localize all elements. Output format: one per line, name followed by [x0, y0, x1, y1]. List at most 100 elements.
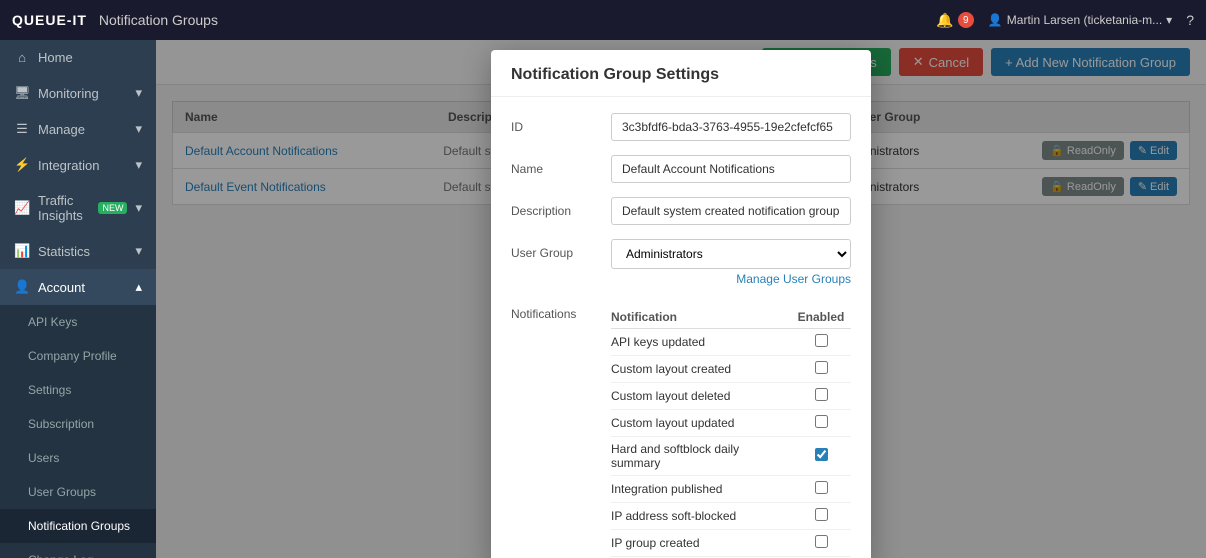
notif-label: IP group created	[611, 530, 791, 557]
notif-checkbox[interactable]	[815, 388, 828, 401]
name-field[interactable]	[611, 155, 851, 183]
sidebar-item-account[interactable]: 👤 Account ▴	[0, 269, 156, 305]
nav-right: 🔔 9 👤 Martin Larsen (ticketania-m... ▾ ?	[936, 12, 1194, 29]
notif-enabled-cell	[791, 437, 851, 476]
notif-label: Integration published	[611, 476, 791, 503]
sidebar-item-home[interactable]: ⌂ Home	[0, 40, 156, 75]
chevron-down-icon: ▾	[1166, 13, 1172, 27]
sidebar-item-label: Manage	[38, 122, 85, 137]
sidebar-item-integration[interactable]: ⚡Integration ▾	[0, 147, 156, 183]
description-label: Description	[511, 197, 611, 218]
modal-overlay: Notification Group Settings ID Name	[156, 40, 1206, 558]
form-row-usergroup: User Group Administrators Editors Viewer…	[511, 239, 851, 286]
sidebar-item-label: Monitoring	[38, 86, 99, 101]
user-name: Martin Larsen (ticketania-m...	[1007, 13, 1162, 27]
notif-enabled-cell	[791, 410, 851, 437]
notif-label: Custom layout updated	[611, 410, 791, 437]
sidebar-item-api-keys[interactable]: API Keys	[0, 305, 156, 339]
description-content	[611, 197, 851, 225]
notif-checkbox[interactable]	[815, 481, 828, 494]
notif-enabled-cell	[791, 329, 851, 356]
sub-label: Notification Groups	[28, 519, 130, 533]
notif-label: API keys updated	[611, 329, 791, 356]
sidebar-item-label: Traffic Insights	[38, 193, 90, 223]
form-row-name: Name	[511, 155, 851, 183]
notif-checkbox[interactable]	[815, 508, 828, 521]
app-body: ⌂ Home 🖥 Monitoring ▾ ☰ Manage ▾ ⚡Integrat…	[0, 40, 1206, 558]
user-icon: 👤	[988, 13, 1003, 27]
statistics-icon: 📊	[14, 243, 30, 259]
sidebar-item-users[interactable]: Users	[0, 441, 156, 475]
sub-label: User Groups	[28, 485, 96, 499]
notifications-table: Notification Enabled API keys updatedCus…	[611, 306, 851, 558]
monitor-icon: 🖥	[14, 85, 30, 101]
chevron-icon: ▾	[135, 200, 142, 216]
account-icon: 👤	[14, 279, 30, 295]
notif-table-row: Hard and softblock daily summary	[611, 437, 851, 476]
notif-table-row: Custom layout created	[611, 356, 851, 383]
sidebar-item-user-groups[interactable]: User Groups	[0, 475, 156, 509]
sidebar-item-company-profile[interactable]: Company Profile	[0, 339, 156, 373]
logo-text: QUEUE-IT	[12, 12, 87, 28]
sidebar-item-label: Account	[38, 280, 85, 295]
home-icon: ⌂	[14, 50, 30, 65]
notif-table-row: API keys updated	[611, 329, 851, 356]
main-content: ✓ Save Changes ✕ Cancel + Add New Notifi…	[156, 40, 1206, 558]
notif-table-row: Custom layout updated	[611, 410, 851, 437]
sub-label: Change Log	[28, 553, 93, 558]
notif-table-row: IP address soft-blocked	[611, 503, 851, 530]
sidebar-item-settings[interactable]: Settings	[0, 373, 156, 407]
notif-col-header: Notification	[611, 306, 791, 329]
modal-body: ID Name Description	[491, 97, 871, 558]
notification-group-settings-modal: Notification Group Settings ID Name	[491, 50, 871, 558]
modal-title: Notification Group Settings	[491, 50, 871, 97]
sidebar-item-label: Home	[38, 50, 73, 65]
notif-checkbox[interactable]	[815, 535, 828, 548]
sidebar-item-notification-groups[interactable]: Notification Groups	[0, 509, 156, 543]
sidebar-item-manage[interactable]: ☰Manage ▾	[0, 111, 156, 147]
sidebar: ⌂ Home 🖥 Monitoring ▾ ☰ Manage ▾ ⚡Integrat…	[0, 40, 156, 558]
chevron-icon: ▾	[135, 243, 142, 259]
top-nav: QUEUE-IT Notification Groups 🔔 9 👤 Marti…	[0, 0, 1206, 40]
name-content	[611, 155, 851, 183]
notif-enabled-cell	[791, 476, 851, 503]
sidebar-item-statistics[interactable]: 📊Statistics ▾	[0, 233, 156, 269]
manage-user-groups-link[interactable]: Manage User Groups	[611, 272, 851, 286]
chevron-up-icon: ▴	[135, 279, 142, 295]
notif-checkbox[interactable]	[815, 448, 828, 461]
notif-enabled-cell	[791, 503, 851, 530]
notifications-button[interactable]: 🔔 9	[936, 12, 973, 29]
help-icon: ?	[1186, 12, 1194, 28]
description-field[interactable]	[611, 197, 851, 225]
form-row-description: Description	[511, 197, 851, 225]
notif-table-row: Integration published	[611, 476, 851, 503]
sidebar-item-change-log[interactable]: Change Log	[0, 543, 156, 558]
notif-enabled-cell	[791, 383, 851, 410]
sidebar-item-traffic[interactable]: 📈Traffic InsightsNEW ▾	[0, 183, 156, 233]
user-menu[interactable]: 👤 Martin Larsen (ticketania-m... ▾	[988, 13, 1172, 27]
usergroup-select[interactable]: Administrators Editors Viewers	[611, 239, 851, 269]
help-button[interactable]: ?	[1186, 12, 1194, 28]
id-content	[611, 113, 851, 141]
sidebar-item-monitoring[interactable]: 🖥 Monitoring ▾	[0, 75, 156, 111]
notif-checkbox[interactable]	[815, 415, 828, 428]
sub-label: Company Profile	[28, 349, 117, 363]
bell-icon: 🔔	[936, 12, 953, 29]
nav-left: QUEUE-IT Notification Groups	[12, 12, 218, 28]
sub-label: Settings	[28, 383, 71, 397]
form-row-id: ID	[511, 113, 851, 141]
notifications-content: Notification Enabled API keys updatedCus…	[611, 300, 851, 558]
page-title: Notification Groups	[99, 12, 218, 28]
notif-enabled-cell	[791, 356, 851, 383]
usergroup-content: Administrators Editors Viewers Manage Us…	[611, 239, 851, 286]
form-row-notifications: Notifications Notification Enabled	[511, 300, 851, 558]
id-field[interactable]	[611, 113, 851, 141]
new-badge: NEW	[98, 202, 127, 214]
notif-checkbox[interactable]	[815, 334, 828, 347]
sidebar-item-subscription[interactable]: Subscription	[0, 407, 156, 441]
manage-icon: ☰	[14, 121, 30, 137]
notif-checkbox[interactable]	[815, 361, 828, 374]
sidebar-sub-account: API Keys Company Profile Settings Subscr…	[0, 305, 156, 558]
notif-label: IP address soft-blocked	[611, 503, 791, 530]
chevron-icon: ▾	[135, 85, 142, 101]
